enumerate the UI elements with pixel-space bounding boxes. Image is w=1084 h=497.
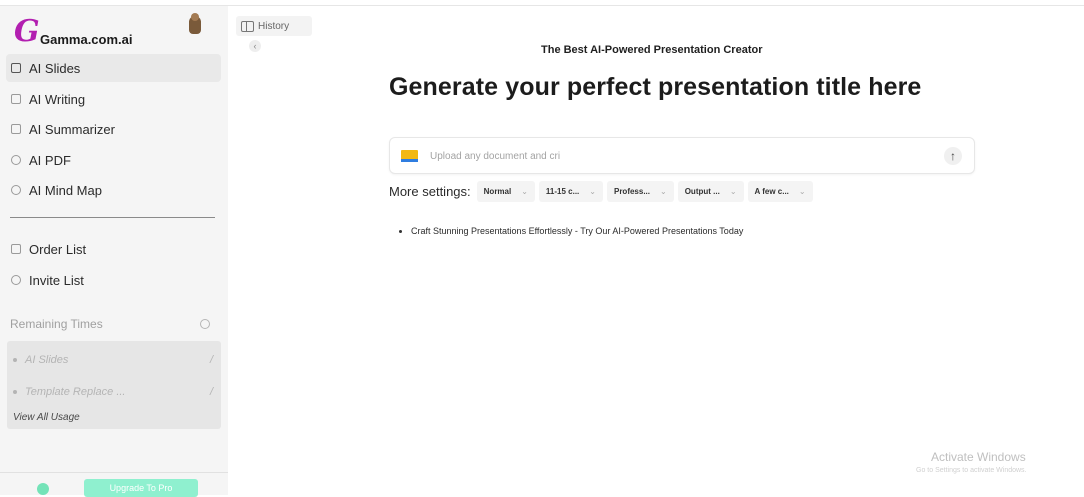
usage-count: / [209, 386, 213, 398]
chevron-down-icon: ⌄ [521, 187, 528, 196]
page-subtitle: The Best AI-Powered Presentation Creator [541, 44, 763, 56]
output-dropdown[interactable]: Output ... ⌄ [677, 181, 744, 202]
history-button[interactable]: History [236, 16, 312, 36]
usage-label: Template Replace ... [25, 386, 126, 398]
info-icon[interactable] [200, 319, 210, 329]
sidebar-item-label: AI Slides [29, 60, 81, 76]
globe-icon[interactable] [37, 483, 49, 495]
usage-label: AI Slides [25, 354, 69, 366]
sidebar-divider [10, 217, 215, 218]
sidebar-footer: Upgrade To Pro [0, 472, 228, 497]
sidebar-item-ai-slides[interactable]: AI Slides [6, 54, 221, 82]
send-button[interactable]: ↑ [944, 147, 962, 165]
summarizer-icon [11, 124, 21, 134]
sidebar-toggle-icon [241, 20, 254, 32]
sidebar: G Gamma.com.ai AI Slides AI Writing AI S… [0, 6, 228, 497]
settings-label: More settings: [389, 184, 471, 199]
writing-icon [11, 94, 21, 104]
usage-row-template-replace: Template Replace ... / [13, 383, 213, 401]
dropdown-value: Normal [483, 187, 512, 196]
usage-row-ai-slides: AI Slides / [13, 351, 213, 369]
slide-count-dropdown[interactable]: 11-15 c... ⌄ [538, 181, 603, 202]
usage-count: / [209, 354, 213, 366]
view-all-usage-link[interactable]: View All Usage [13, 412, 80, 423]
sidebar-item-ai-mind-map[interactable]: AI Mind Map [6, 176, 221, 204]
slides-icon [11, 63, 21, 73]
activate-windows-subtitle: Go to Settings to activate Windows. [916, 467, 1027, 474]
folder-icon[interactable] [401, 150, 418, 162]
dropdown-value: Profess... [613, 187, 650, 196]
chevron-down-icon: ⌄ [589, 187, 596, 196]
dropdown-value: Output ... [684, 187, 720, 196]
upload-box[interactable]: ↑ [389, 137, 975, 174]
sidebar-item-label: AI Writing [29, 91, 86, 107]
bullet-icon [399, 229, 402, 233]
sidebar-item-ai-summarizer[interactable]: AI Summarizer [6, 115, 221, 143]
pdf-icon [11, 155, 21, 165]
user-icon [11, 275, 21, 285]
dropdown-value: 11-15 c... [545, 187, 580, 196]
brand-logo: G [14, 14, 40, 49]
chevron-down-icon: ⌄ [798, 187, 806, 196]
tone-dropdown[interactable]: Normal ⌄ [476, 181, 535, 202]
activate-windows-title: Activate Windows [931, 450, 1026, 464]
order-list-icon [11, 244, 21, 254]
sidebar-item-ai-pdf[interactable]: AI PDF [6, 146, 221, 174]
sidebar-item-label: AI PDF [29, 152, 71, 168]
brand-name: Gamma.com.ai [40, 32, 133, 47]
promo-list-item: Craft Stunning Presentations Effortlessl… [399, 226, 743, 236]
mind-map-icon [11, 185, 21, 195]
sidebar-item-label: AI Summarizer [29, 121, 115, 137]
sidebar-item-order-list[interactable]: Order List [6, 235, 221, 263]
length-dropdown[interactable]: A few c... ⌄ [747, 181, 813, 202]
dropdown-value: A few c... [754, 187, 789, 196]
history-label: History [258, 20, 290, 32]
chevron-down-icon: ⌄ [729, 187, 737, 196]
chevron-down-icon: ⌄ [660, 187, 667, 196]
style-dropdown[interactable]: Profess... ⌄ [606, 181, 674, 202]
sidebar-item-label: AI Mind Map [29, 182, 102, 198]
page-title: Generate your perfect presentation title… [389, 73, 922, 101]
sidebar-item-label: Order List [29, 241, 87, 257]
collapse-button[interactable]: ‹ [249, 40, 261, 52]
bullet-icon [13, 390, 17, 394]
usage-panel: AI Slides / Template Replace ... / View … [7, 341, 221, 429]
promo-text: Craft Stunning Presentations Effortlessl… [411, 226, 744, 236]
bullet-icon [13, 358, 17, 362]
upload-input[interactable] [430, 148, 910, 164]
sidebar-item-label: Invite List [29, 272, 84, 288]
more-settings: More settings: Normal ⌄ 11-15 c... ⌄ Profe… [389, 180, 817, 203]
sidebar-item-invite-list[interactable]: Invite List [6, 266, 221, 294]
avatar[interactable] [189, 13, 201, 34]
remaining-times-title: Remaining Times [10, 317, 103, 331]
upgrade-button[interactable]: Upgrade To Pro [84, 479, 198, 497]
sidebar-item-ai-writing[interactable]: AI Writing [6, 85, 221, 113]
